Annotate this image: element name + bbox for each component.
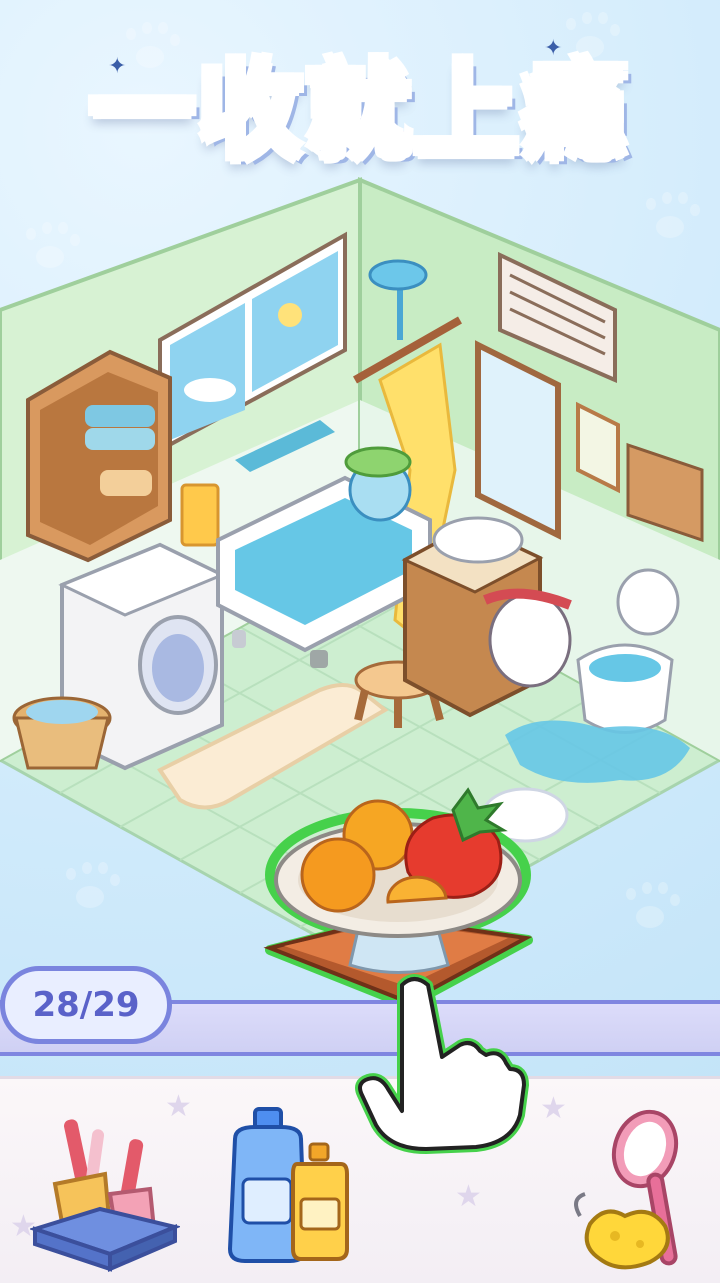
laundry-basket (12, 696, 112, 770)
star-decoration: ★ (455, 1179, 482, 1214)
tap-hand-icon (355, 974, 529, 1154)
toothbrush-holder-icon[interactable] (30, 1109, 180, 1279)
shampoo-bottles-icon[interactable] (215, 1099, 365, 1269)
bath-brush-sponge-icon[interactable] (560, 1104, 710, 1274)
found-counter: 28/29 (0, 966, 172, 1044)
